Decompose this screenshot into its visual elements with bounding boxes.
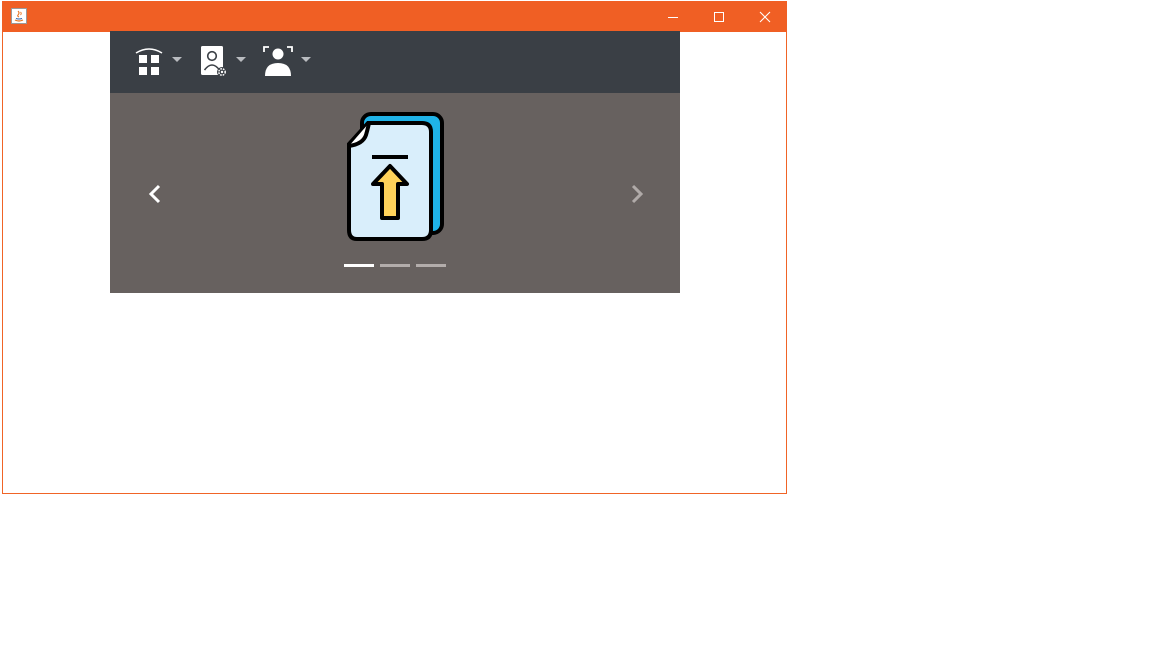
maximize-icon [714, 11, 724, 22]
carousel-indicator[interactable] [344, 264, 374, 267]
carousel-next-button[interactable] [626, 181, 648, 207]
user-settings-menu-button[interactable] [196, 44, 248, 78]
slide-image [345, 111, 445, 243]
minimize-button[interactable] [650, 1, 696, 32]
chevron-down-icon [301, 57, 311, 62]
toolbar [110, 31, 680, 93]
user-scan-icon [263, 46, 293, 76]
carousel-prev-button[interactable] [144, 181, 166, 207]
minimize-icon [668, 16, 678, 18]
home-menu-button[interactable] [132, 44, 184, 78]
maximize-button[interactable] [696, 1, 742, 32]
title-bar[interactable] [2, 1, 787, 32]
chevron-down-icon [236, 57, 246, 62]
user-settings-icon [201, 46, 227, 77]
file-upload-icon [347, 112, 444, 241]
image-carousel [110, 93, 680, 293]
user-scan-menu-button[interactable] [261, 44, 313, 78]
close-icon [759, 11, 771, 22]
main-content [110, 31, 680, 293]
chevron-left-icon [148, 184, 161, 204]
home-grid-icon [135, 48, 163, 75]
chevron-right-icon [631, 184, 644, 204]
close-button[interactable] [742, 1, 788, 32]
carousel-indicator[interactable] [416, 264, 446, 267]
app-window [2, 1, 787, 494]
java-app-icon [11, 8, 27, 24]
carousel-indicator[interactable] [380, 264, 410, 267]
chevron-down-icon [172, 57, 182, 62]
